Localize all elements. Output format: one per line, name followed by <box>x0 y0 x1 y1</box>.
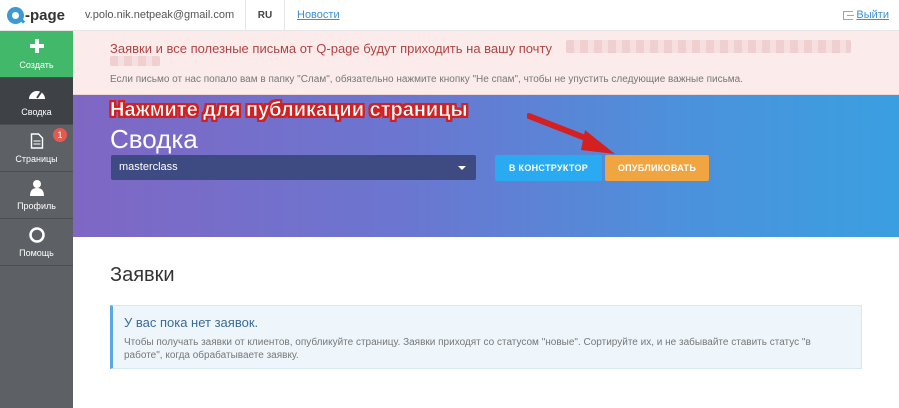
sidebar-item-create[interactable]: Создать <box>0 31 73 78</box>
sidebar-item-help[interactable]: Помощь <box>0 219 73 266</box>
sidebar-item-label: Профиль <box>17 201 56 211</box>
sidebar-item-label: Сводка <box>21 107 52 117</box>
logo-q-icon <box>7 7 24 24</box>
notice-title: Заявки и все полезные письма от Q-page б… <box>110 41 553 56</box>
dashboard-icon <box>28 91 45 99</box>
user-icon <box>29 180 44 196</box>
sidebar-item-label: Создать <box>19 60 54 70</box>
pages-count-badge: 1 <box>53 128 67 142</box>
sidebar-item-summary[interactable]: Сводка <box>0 78 73 125</box>
plus-icon <box>29 39 44 53</box>
email-notice: Заявки и все полезные письма от Q-page б… <box>73 31 899 95</box>
chevron-down-icon <box>458 166 466 170</box>
logout-icon <box>843 11 855 20</box>
requests-title: Заявки <box>110 264 175 286</box>
page-select-value: masterclass <box>119 161 178 173</box>
sidebar-item-label: Помощь <box>19 248 54 258</box>
page-select[interactable]: masterclass <box>111 155 476 180</box>
empty-requests-notice: У вас пока нет заявок. Чтобы получать за… <box>110 305 862 369</box>
notice-text: Если письмо от нас попало вам в папку "С… <box>110 74 743 85</box>
publish-button[interactable]: ОПУБЛИКОВАТЬ <box>605 155 709 181</box>
logo-text: -page <box>25 7 66 24</box>
sidebar-item-label: Страницы <box>15 154 58 164</box>
document-icon <box>30 133 43 149</box>
news-link[interactable]: Новости <box>297 0 340 31</box>
sidebar-item-profile[interactable]: Профиль <box>0 172 73 219</box>
hidden-email <box>566 40 851 53</box>
page-title: Сводка <box>110 124 198 154</box>
lifebuoy-icon <box>28 227 45 243</box>
publish-callout: Нажмите для публикации страницы <box>110 99 468 122</box>
summary-header: Сводка Нажмите для публикации страницы m… <box>73 95 899 237</box>
empty-requests-title: У вас пока нет заявок. <box>124 315 259 330</box>
empty-requests-text: Чтобы получать заявки от клиентов, опубл… <box>124 337 811 361</box>
language-switch[interactable]: RU <box>246 0 284 31</box>
logout-label: Выйти <box>856 9 889 21</box>
builder-button[interactable]: В КОНСТРУКТОР <box>495 155 602 181</box>
logo[interactable]: -page <box>0 0 73 31</box>
hidden-email <box>110 56 160 66</box>
user-email: v.polo.nik.netpeak@gmail.com <box>85 9 235 21</box>
top-bar: -page v.polo.nik.netpeak@gmail.com RU Но… <box>0 0 899 31</box>
sidebar: Создать Сводка 1 Страницы Профиль Помощь <box>0 31 73 408</box>
sidebar-item-pages[interactable]: 1 Страницы <box>0 125 73 172</box>
logout-link[interactable]: Выйти <box>843 0 889 31</box>
divider <box>284 0 285 31</box>
arrow-icon <box>527 113 615 154</box>
